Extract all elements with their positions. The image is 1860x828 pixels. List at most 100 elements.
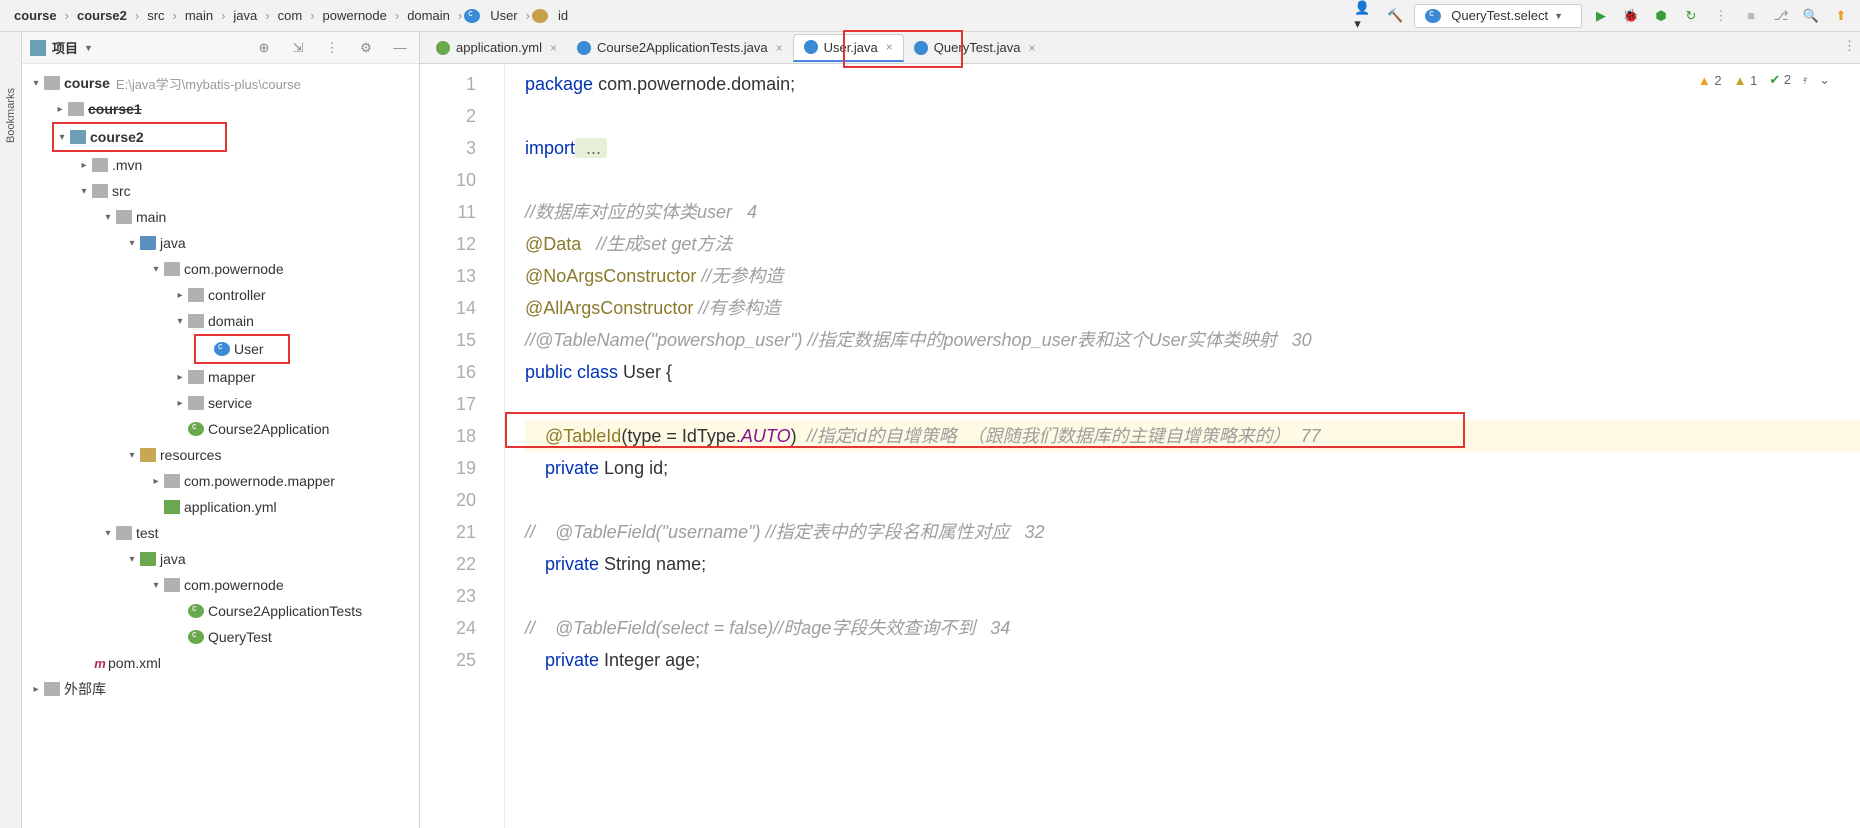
java-icon: [577, 41, 591, 55]
select-opened-icon[interactable]: ⊕: [253, 37, 275, 59]
package-icon: [188, 314, 204, 328]
tree-item[interactable]: ▾com.powernode: [22, 572, 419, 598]
tree-item[interactable]: ▸mapper: [22, 364, 419, 390]
tree-label: src: [112, 183, 131, 199]
chevron-down-icon[interactable]: ▼: [84, 43, 93, 53]
build-icon[interactable]: 🔨: [1384, 5, 1406, 27]
tree-path: E:\java学习\mybatis-plus\course: [116, 74, 301, 93]
tree-root[interactable]: ▾ course E:\java学习\mybatis-plus\course: [22, 70, 419, 96]
tree-item[interactable]: ▾com.powernode: [22, 256, 419, 282]
tab-user[interactable]: User.java×: [793, 34, 904, 62]
crumb[interactable]: course: [8, 6, 63, 25]
tree-label: Course2Application: [208, 421, 329, 437]
crumb[interactable]: java: [227, 6, 263, 25]
top-toolbar: course› course2› src› main› java› com› p…: [0, 0, 1860, 32]
crumb[interactable]: main: [179, 6, 219, 25]
highlight-course2: ▾ course2: [52, 122, 227, 152]
stop-icon[interactable]: ■: [1740, 5, 1762, 27]
tree-label: pom.xml: [108, 655, 161, 671]
code-area[interactable]: 123 101112 131415 161718 192021 222324 2…: [420, 64, 1860, 828]
folder-icon: [116, 526, 132, 540]
crumb[interactable]: powernode: [317, 6, 393, 25]
tree-label: java: [160, 551, 186, 567]
tree-item[interactable]: ▾resources: [22, 442, 419, 468]
tree-item[interactable]: QueryTest: [22, 624, 419, 650]
tab-label: Course2ApplicationTests.java: [597, 40, 768, 55]
project-tree[interactable]: ▾ course E:\java学习\mybatis-plus\course ▸…: [22, 64, 419, 828]
close-icon[interactable]: ×: [1029, 41, 1036, 55]
crumb[interactable]: User: [484, 6, 523, 25]
yml-icon: [164, 500, 180, 514]
tree-item[interactable]: ▸.mvn: [22, 152, 419, 178]
collapse-all-icon[interactable]: ⋮: [321, 37, 343, 59]
tree-item[interactable]: ▾domain: [22, 308, 419, 334]
java-icon: [914, 41, 928, 55]
tree-label: com.powernode: [184, 261, 284, 277]
tree-item-pom[interactable]: mpom.xml: [22, 650, 419, 676]
crumb[interactable]: domain: [401, 6, 456, 25]
crumb[interactable]: id: [552, 6, 574, 25]
tree-label: User: [234, 341, 264, 357]
hide-icon[interactable]: —: [389, 37, 411, 59]
run-config-select[interactable]: QueryTest.select ▼: [1414, 4, 1582, 28]
tab-application-yml[interactable]: application.yml×: [426, 34, 567, 62]
tree-item[interactable]: ▾java: [22, 546, 419, 572]
project-title: 项目: [52, 38, 78, 57]
git-icon[interactable]: ⎇: [1770, 5, 1792, 27]
tree-item[interactable]: application.yml: [22, 494, 419, 520]
tree-item[interactable]: ▾test: [22, 520, 419, 546]
tree-item[interactable]: ▸service: [22, 390, 419, 416]
tree-item[interactable]: ▾java: [22, 230, 419, 256]
folder-icon: [92, 184, 108, 198]
tree-item-user[interactable]: User: [198, 336, 288, 362]
tree-item[interactable]: ▾src: [22, 178, 419, 204]
crumb[interactable]: course2: [71, 6, 133, 25]
tree-label: QueryTest: [208, 629, 272, 645]
project-panel: 项目 ▼ ⊕ ⇲ ⋮ ⚙ — ▾ course E:\java学习\mybati…: [22, 32, 420, 828]
debug-icon[interactable]: 🐞: [1620, 5, 1642, 27]
editor-tabs: application.yml× Course2ApplicationTests…: [420, 32, 1860, 64]
run-icon[interactable]: ▶: [1590, 5, 1612, 27]
tree-item[interactable]: Course2ApplicationTests: [22, 598, 419, 624]
yml-icon: [436, 41, 450, 55]
close-icon[interactable]: ×: [776, 41, 783, 55]
tree-label: course: [64, 75, 110, 91]
tree-item[interactable]: Course2Application: [22, 416, 419, 442]
close-icon[interactable]: ×: [550, 41, 557, 55]
tree-item-course1[interactable]: ▸ course1: [22, 96, 419, 122]
tab-querytest[interactable]: QueryTest.java ×: [904, 34, 1046, 62]
tree-external[interactable]: ▸外部库: [22, 676, 419, 702]
search-icon[interactable]: 🔍: [1800, 5, 1822, 27]
more-icon[interactable]: ⋮: [1710, 5, 1732, 27]
tree-item[interactable]: ▸com.powernode.mapper: [22, 468, 419, 494]
tree-label: test: [136, 525, 159, 541]
crumb[interactable]: com: [272, 6, 309, 25]
code-content[interactable]: package com.powernode.domain; import ...…: [505, 64, 1860, 828]
update-icon[interactable]: ⬆: [1830, 5, 1852, 27]
gutter[interactable]: 123 101112 131415 161718 192021 222324 2…: [420, 64, 490, 828]
tabs-more-icon[interactable]: ⋮: [1843, 38, 1856, 54]
expand-all-icon[interactable]: ⇲: [287, 37, 309, 59]
tree-item-course2[interactable]: ▾ course2: [54, 124, 225, 150]
bookmarks-tab[interactable]: Bookmarks: [5, 82, 17, 149]
tab-label: QueryTest.java: [934, 40, 1021, 55]
tree-label: com.powernode.mapper: [184, 473, 335, 489]
tree-item[interactable]: ▾main: [22, 204, 419, 230]
tab-tests[interactable]: Course2ApplicationTests.java ×: [567, 34, 793, 62]
tree-item[interactable]: ▸controller: [22, 282, 419, 308]
settings-icon[interactable]: ⚙: [355, 37, 377, 59]
close-icon[interactable]: ×: [886, 40, 893, 54]
user-icon[interactable]: 👤▾: [1354, 5, 1376, 27]
test-folder-icon: [140, 552, 156, 566]
resources-folder-icon: [140, 448, 156, 462]
crumb[interactable]: src: [141, 6, 170, 25]
tree-label: domain: [208, 313, 254, 329]
fold-gutter[interactable]: [490, 64, 505, 828]
tree-label: com.powernode: [184, 577, 284, 593]
coverage-icon[interactable]: ⬢: [1650, 5, 1672, 27]
project-icon: [30, 40, 46, 56]
editor: application.yml× Course2ApplicationTests…: [420, 32, 1860, 828]
maven-icon: m: [92, 656, 108, 671]
profile-icon[interactable]: ↻: [1680, 5, 1702, 27]
toolbar-actions: 👤▾ 🔨 QueryTest.select ▼ ▶ 🐞 ⬢ ↻ ⋮ ■ ⎇ 🔍 …: [1354, 4, 1852, 28]
